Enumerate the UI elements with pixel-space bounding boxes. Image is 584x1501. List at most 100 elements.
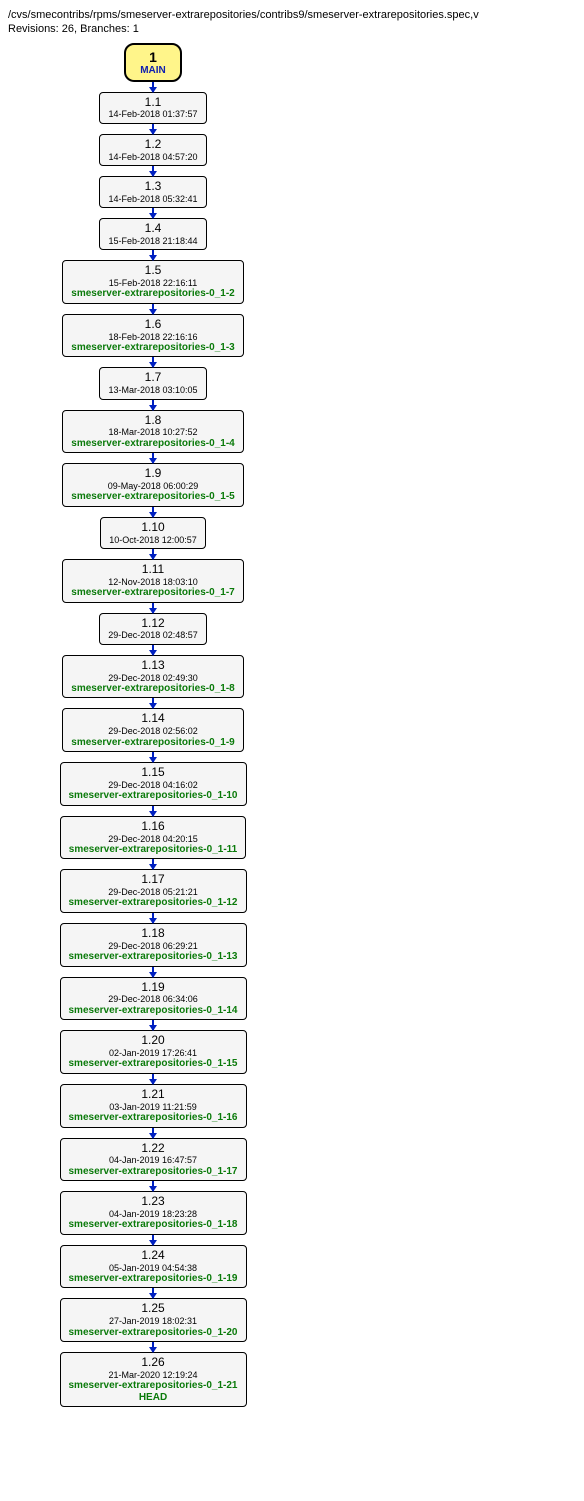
- revision-date: 14-Feb-2018 05:32:41: [108, 194, 197, 204]
- revision-date: 03-Jan-2019 11:21:59: [69, 1102, 238, 1112]
- revision-node[interactable]: 1.1629-Dec-2018 04:20:15smeserver-extrar…: [60, 816, 246, 860]
- revision-node[interactable]: 1.2527-Jan-2019 18:02:31smeserver-extrar…: [60, 1298, 247, 1342]
- revision-date: 29-Dec-2018 04:16:02: [69, 780, 238, 790]
- revision-tag: smeserver-extrarepositories-0_1-21: [69, 1380, 238, 1392]
- edge-arrow: [152, 1181, 154, 1191]
- revision-node[interactable]: 1.2304-Jan-2019 18:23:28smeserver-extrar…: [60, 1191, 247, 1235]
- graph-header: /cvs/smecontribs/rpms/smeserver-extrarep…: [8, 8, 576, 37]
- revision-date: 09-May-2018 06:00:29: [71, 481, 234, 491]
- revision-tag: smeserver-extrarepositories-0_1-16: [69, 1112, 238, 1124]
- revision-number: 1.10: [109, 521, 197, 535]
- edge-arrow: [152, 1074, 154, 1084]
- edge-arrow: [152, 1288, 154, 1298]
- revision-number: 1.1: [108, 96, 197, 110]
- revision-date: 14-Feb-2018 01:37:57: [108, 109, 197, 119]
- edge-arrow: [152, 913, 154, 923]
- revision-node[interactable]: 1.1929-Dec-2018 06:34:06smeserver-extrar…: [60, 977, 247, 1021]
- revision-tag: smeserver-extrarepositories-0_1-5: [71, 491, 234, 503]
- revision-tag: smeserver-extrarepositories-0_1-12: [69, 897, 238, 909]
- revision-date: 29-Dec-2018 06:29:21: [69, 941, 238, 951]
- revision-tag: smeserver-extrarepositories-0_1-11: [69, 844, 237, 856]
- revision-number: 1.19: [69, 981, 238, 995]
- revision-number: 1.14: [71, 712, 234, 726]
- revision-node[interactable]: 1.114-Feb-2018 01:37:57: [99, 92, 206, 124]
- revision-tag: smeserver-extrarepositories-0_1-19: [69, 1273, 238, 1285]
- revision-node[interactable]: 1.2204-Jan-2019 16:47:57smeserver-extrar…: [60, 1138, 247, 1182]
- edge-arrow: [152, 250, 154, 260]
- trunk-name: MAIN: [140, 65, 166, 76]
- revision-node[interactable]: 1.818-Mar-2018 10:27:52smeserver-extrare…: [62, 410, 243, 454]
- revision-node[interactable]: 1.415-Feb-2018 21:18:44: [99, 218, 206, 250]
- revision-number: 1.11: [71, 563, 234, 577]
- revision-tag: smeserver-extrarepositories-0_1-4: [71, 438, 234, 450]
- revision-number: 1.2: [108, 138, 197, 152]
- revision-date: 15-Feb-2018 22:16:11: [71, 278, 234, 288]
- revision-number: 1.15: [69, 766, 238, 780]
- edge-arrow: [152, 400, 154, 410]
- edge-arrow: [152, 1342, 154, 1352]
- revision-node[interactable]: 1.909-May-2018 06:00:29smeserver-extrare…: [62, 463, 243, 507]
- revision-number: 1.17: [69, 873, 238, 887]
- edge-arrow: [152, 1020, 154, 1030]
- revision-date: 13-Mar-2018 03:10:05: [108, 385, 197, 395]
- revision-node[interactable]: 1.515-Feb-2018 22:16:11smeserver-extrare…: [62, 260, 243, 304]
- revision-number: 1.22: [69, 1142, 238, 1156]
- edge-arrow: [152, 166, 154, 176]
- revision-graph: 1 MAIN 1.114-Feb-2018 01:37:571.214-Feb-…: [8, 43, 576, 1408]
- edge-arrow: [152, 549, 154, 559]
- revision-date: 29-Dec-2018 02:56:02: [71, 726, 234, 736]
- revision-node[interactable]: 1.1829-Dec-2018 06:29:21smeserver-extrar…: [60, 923, 247, 967]
- trunk-number: 1: [140, 49, 166, 65]
- revision-number: 1.7: [108, 371, 197, 385]
- revision-node[interactable]: 1.2002-Jan-2019 17:26:41smeserver-extrar…: [60, 1030, 247, 1074]
- revision-node[interactable]: 1.1229-Dec-2018 02:48:57: [99, 613, 207, 645]
- revision-node[interactable]: 1.2621-Mar-2020 12:19:24smeserver-extrar…: [60, 1352, 247, 1407]
- edge-arrow: [152, 1235, 154, 1245]
- revision-number: 1.3: [108, 180, 197, 194]
- revision-node[interactable]: 1.1010-Oct-2018 12:00:57: [100, 517, 206, 549]
- revision-node[interactable]: 1.713-Mar-2018 03:10:05: [99, 367, 206, 399]
- graph-column: 1 MAIN 1.114-Feb-2018 01:37:571.214-Feb-…: [8, 43, 298, 1408]
- revision-node[interactable]: 1.214-Feb-2018 04:57:20: [99, 134, 206, 166]
- revision-number: 1.4: [108, 222, 197, 236]
- revision-number: 1.12: [108, 617, 198, 631]
- revision-date: 18-Mar-2018 10:27:52: [71, 427, 234, 437]
- edge-arrow: [152, 752, 154, 762]
- revision-node[interactable]: 1.1112-Nov-2018 18:03:10smeserver-extrar…: [62, 559, 243, 603]
- revision-number: 1.21: [69, 1088, 238, 1102]
- revision-node[interactable]: 1.1529-Dec-2018 04:16:02smeserver-extrar…: [60, 762, 247, 806]
- revision-node[interactable]: 1.1429-Dec-2018 02:56:02smeserver-extrar…: [62, 708, 243, 752]
- edge-arrow: [152, 806, 154, 816]
- revision-date: 18-Feb-2018 22:16:16: [71, 332, 234, 342]
- revision-date: 29-Dec-2018 06:34:06: [69, 994, 238, 1004]
- revision-date: 10-Oct-2018 12:00:57: [109, 535, 197, 545]
- revision-number: 1.24: [69, 1249, 238, 1263]
- revision-node[interactable]: 1.618-Feb-2018 22:16:16smeserver-extrare…: [62, 314, 243, 358]
- edge-arrow: [152, 82, 154, 92]
- revision-tag: smeserver-extrarepositories-0_1-2: [71, 288, 234, 300]
- revision-node[interactable]: 1.2405-Jan-2019 04:54:38smeserver-extrar…: [60, 1245, 247, 1289]
- edge-arrow: [152, 357, 154, 367]
- revision-date: 15-Feb-2018 21:18:44: [108, 236, 197, 246]
- revision-node[interactable]: 1.1729-Dec-2018 05:21:21smeserver-extrar…: [60, 869, 247, 913]
- revision-date: 04-Jan-2019 18:23:28: [69, 1209, 238, 1219]
- edge-arrow: [152, 859, 154, 869]
- revision-number: 1.18: [69, 927, 238, 941]
- edge-arrow: [152, 124, 154, 134]
- revision-node[interactable]: 1.2103-Jan-2019 11:21:59smeserver-extrar…: [60, 1084, 247, 1128]
- revision-tag: smeserver-extrarepositories-0_1-15: [69, 1058, 238, 1070]
- revision-tag: smeserver-extrarepositories-0_1-14: [69, 1005, 238, 1017]
- revision-node[interactable]: 1.314-Feb-2018 05:32:41: [99, 176, 206, 208]
- revision-number: 1.25: [69, 1302, 238, 1316]
- revision-date: 05-Jan-2019 04:54:38: [69, 1263, 238, 1273]
- revision-number: 1.16: [69, 820, 237, 834]
- trunk-node[interactable]: 1 MAIN: [124, 43, 182, 82]
- revision-date: 29-Dec-2018 02:48:57: [108, 630, 198, 640]
- revision-tag: smeserver-extrarepositories-0_1-10: [69, 790, 238, 802]
- revision-date: 14-Feb-2018 04:57:20: [108, 152, 197, 162]
- revision-date: 29-Dec-2018 05:21:21: [69, 887, 238, 897]
- file-path: /cvs/smecontribs/rpms/smeserver-extrarep…: [8, 8, 576, 22]
- revision-node[interactable]: 1.1329-Dec-2018 02:49:30smeserver-extrar…: [62, 655, 243, 699]
- revision-number: 1.20: [69, 1034, 238, 1048]
- edge-arrow: [152, 645, 154, 655]
